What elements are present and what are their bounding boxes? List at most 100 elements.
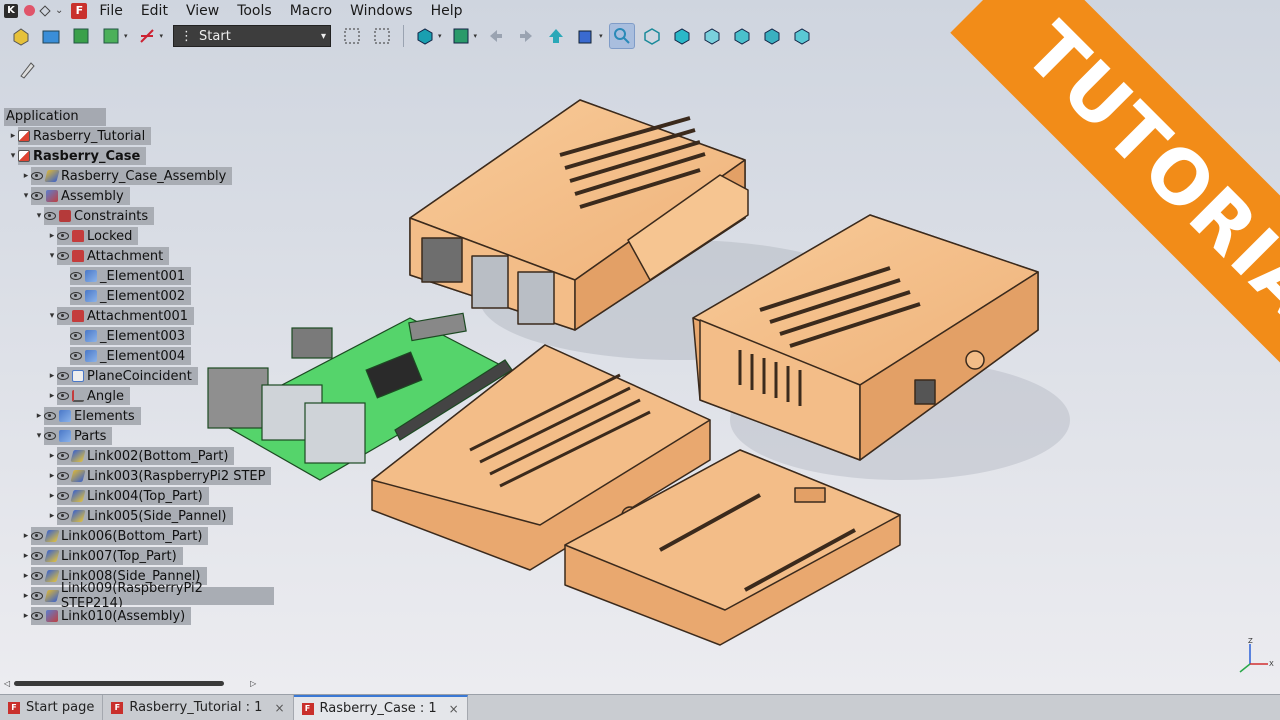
- tree-item-box[interactable]: Constraints: [44, 207, 155, 225]
- scroll-right-icon[interactable]: ▷: [250, 679, 256, 688]
- isometric-view-button[interactable]: [639, 23, 665, 49]
- expanded-arrow-icon[interactable]: ▾: [21, 191, 31, 201]
- tree-item[interactable]: ▸ Link002(Bottom_Part): [4, 446, 274, 466]
- visibility-eye-icon[interactable]: [57, 392, 69, 400]
- part-design-button[interactable]: [412, 23, 438, 49]
- menu-view[interactable]: View: [177, 3, 228, 19]
- tree-item-box[interactable]: Rasberry_Case_Assembly: [31, 167, 233, 185]
- tree-item-box[interactable]: _Element001: [70, 267, 192, 285]
- visibility-eye-icon[interactable]: [31, 172, 43, 180]
- tree-item[interactable]: ▾ Parts: [4, 426, 274, 446]
- tree-item-box[interactable]: Rasberry_Tutorial: [18, 127, 152, 145]
- collapsed-arrow-icon[interactable]: ▸: [34, 411, 44, 421]
- collapsed-arrow-icon[interactable]: ▸: [47, 511, 57, 521]
- box-element-select-button[interactable]: [369, 23, 395, 49]
- visibility-eye-icon[interactable]: [57, 492, 69, 500]
- tree-item-box[interactable]: _Element004: [70, 347, 192, 365]
- expanded-arrow-icon[interactable]: ▾: [8, 151, 18, 161]
- collapsed-arrow-icon[interactable]: ▸: [21, 611, 31, 621]
- visibility-eye-icon[interactable]: [31, 612, 43, 620]
- visibility-eye-icon[interactable]: [57, 512, 69, 520]
- tree-item[interactable]: ▾ Assembly: [4, 186, 274, 206]
- expanded-arrow-icon[interactable]: ▾: [34, 431, 44, 441]
- tab-start-page[interactable]: F Start page: [0, 695, 104, 720]
- tree-item[interactable]: ▾ Constraints: [4, 206, 274, 226]
- menu-tools[interactable]: Tools: [228, 3, 281, 19]
- tree-item[interactable]: ▸ Rasberry_Tutorial: [4, 126, 274, 146]
- tree-item[interactable]: ▸ Locked: [4, 226, 274, 246]
- close-icon[interactable]: ×: [274, 701, 284, 715]
- tree-item-box[interactable]: Parts: [44, 427, 113, 445]
- tree-item-box[interactable]: Assembly: [31, 187, 130, 205]
- tree-item-box[interactable]: Link004(Top_Part): [57, 487, 209, 505]
- collapsed-arrow-icon[interactable]: ▸: [47, 471, 57, 481]
- tree-item-box[interactable]: Link007(Top_Part): [31, 547, 183, 565]
- menu-help[interactable]: Help: [422, 3, 472, 19]
- menu-macro[interactable]: Macro: [281, 3, 341, 19]
- tree-item[interactable]: ▸ Angle: [4, 386, 274, 406]
- collapsed-arrow-icon[interactable]: ▸: [21, 171, 31, 181]
- scrollbar-thumb[interactable]: [14, 680, 225, 686]
- expanded-arrow-icon[interactable]: ▾: [47, 251, 57, 261]
- visibility-eye-icon[interactable]: [70, 352, 82, 360]
- close-icon[interactable]: ×: [449, 702, 459, 716]
- tree-item-box[interactable]: Link006(Bottom_Part): [31, 527, 209, 545]
- zoom-fit-button[interactable]: [608, 23, 635, 49]
- tree-item-box[interactable]: Rasberry_Case: [18, 147, 147, 165]
- tree-item[interactable]: ▸ Link004(Top_Part): [4, 486, 274, 506]
- tree-item[interactable]: ▸ Rasberry_Case_Assembly: [4, 166, 274, 186]
- visibility-eye-icon[interactable]: [31, 192, 43, 200]
- forward-arrow-button[interactable]: [513, 23, 539, 49]
- visibility-eye-icon[interactable]: [57, 232, 69, 240]
- collapsed-arrow-icon[interactable]: ▸: [21, 551, 31, 561]
- collapsed-arrow-icon[interactable]: ▸: [47, 491, 57, 501]
- tree-item-box[interactable]: PlaneCoincident: [57, 367, 198, 385]
- tree-item-box[interactable]: Locked: [57, 227, 139, 245]
- tree-item[interactable]: ▾ Attachment: [4, 246, 274, 266]
- collapsed-arrow-icon[interactable]: ▸: [47, 231, 57, 241]
- collapsed-arrow-icon[interactable]: ▸: [21, 591, 31, 601]
- menu-windows[interactable]: Windows: [341, 3, 422, 19]
- tree-item-box[interactable]: Link002(Bottom_Part): [57, 447, 235, 465]
- chevron-down-icon[interactable]: ▾: [474, 32, 478, 40]
- save-as-button[interactable]: [98, 23, 124, 49]
- tree-item[interactable]: _Element003: [4, 326, 274, 346]
- menu-file[interactable]: File: [87, 3, 131, 19]
- tree-item-box[interactable]: Link010(Assembly): [31, 607, 192, 625]
- collapsed-arrow-icon[interactable]: ▸: [21, 571, 31, 581]
- tree-item[interactable]: ▸ Link009(RaspberryPi2 STEP214): [4, 581, 274, 611]
- close-dot-icon[interactable]: [24, 5, 35, 16]
- tree-item-box[interactable]: Link009(RaspberryPi2 STEP214): [30, 581, 274, 611]
- box-select-button[interactable]: [339, 23, 365, 49]
- new-document-button[interactable]: [8, 23, 34, 49]
- workbench-select[interactable]: ⋮ Start ▾: [173, 25, 332, 47]
- bottom-view-button[interactable]: [789, 23, 815, 49]
- save-button[interactable]: [68, 23, 94, 49]
- tree-item[interactable]: ▸ Link007(Top_Part): [4, 546, 274, 566]
- tree-item-box[interactable]: Attachment001: [57, 307, 195, 325]
- chevron-down-icon[interactable]: ⌄: [55, 5, 63, 16]
- tree-item[interactable]: ▸ PlaneCoincident: [4, 366, 274, 386]
- keep-above-icon[interactable]: [39, 4, 51, 17]
- axis-tool-button[interactable]: [134, 23, 160, 49]
- collapsed-arrow-icon[interactable]: ▸: [47, 371, 57, 381]
- visibility-eye-icon[interactable]: [57, 452, 69, 460]
- tree-item[interactable]: ▾ Rasberry_Case: [4, 146, 274, 166]
- visibility-eye-icon[interactable]: [70, 272, 82, 280]
- tab-rasberry-case[interactable]: F Rasberry_Case : 1 ×: [293, 695, 468, 720]
- chevron-down-icon[interactable]: ▾: [599, 32, 603, 40]
- visibility-eye-icon[interactable]: [44, 432, 56, 440]
- expanded-arrow-icon[interactable]: ▾: [34, 211, 44, 221]
- tree-item-box[interactable]: Attachment: [57, 247, 170, 265]
- visibility-eye-icon[interactable]: [70, 292, 82, 300]
- tree-item-box[interactable]: Elements: [44, 407, 141, 425]
- tree-item-box[interactable]: Angle: [57, 387, 130, 405]
- link-tool-button[interactable]: [573, 23, 599, 49]
- up-arrow-button[interactable]: [543, 23, 569, 49]
- front-view-button[interactable]: [669, 23, 695, 49]
- tree-item-box[interactable]: _Element003: [70, 327, 192, 345]
- tree-item[interactable]: ▸ Link010(Assembly): [4, 606, 274, 626]
- tree-item[interactable]: _Element004: [4, 346, 274, 366]
- open-folder-button[interactable]: [38, 23, 64, 49]
- visibility-eye-icon[interactable]: [44, 212, 56, 220]
